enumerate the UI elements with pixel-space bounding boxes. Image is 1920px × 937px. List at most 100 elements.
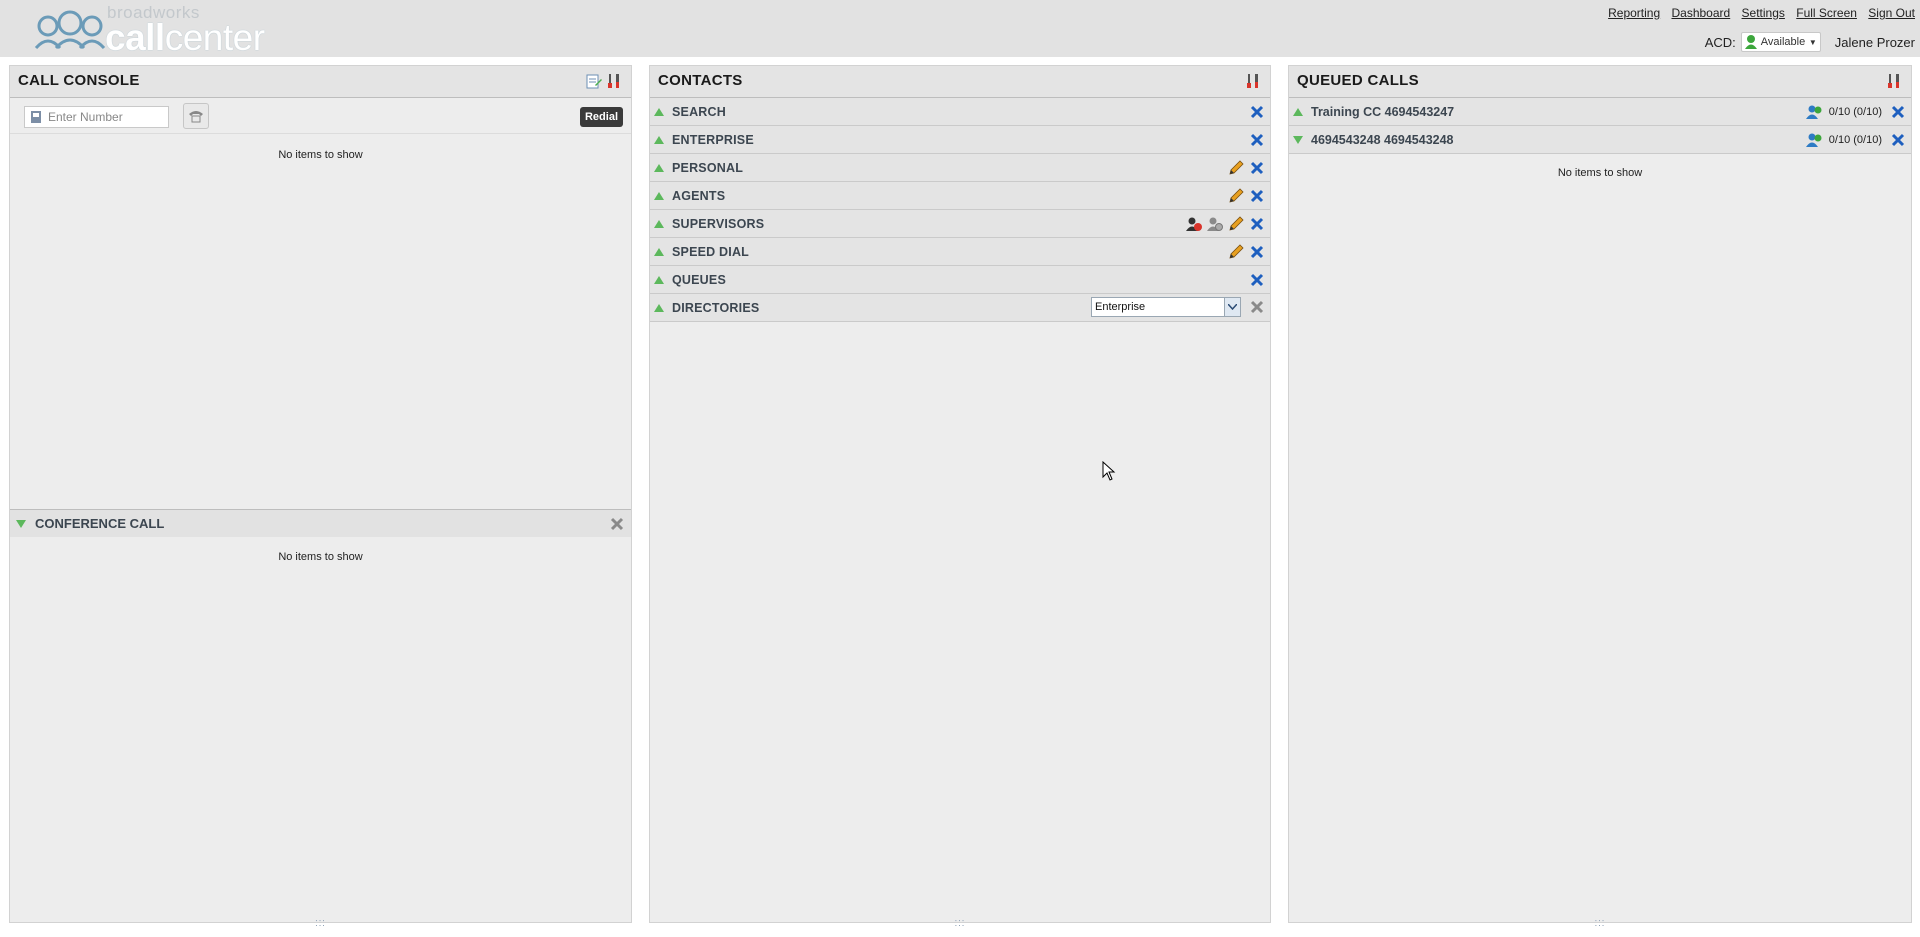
resize-grip[interactable]: ⁚⁚⁚ [955,919,966,928]
logo-callcenter-text: callcenter [105,17,265,58]
chevron-down-icon: ▼ [1808,37,1817,47]
user-name: Jalene Prozer [1834,34,1915,50]
empty-message: No items to show [1557,167,1643,179]
close-icon[interactable] [1248,131,1266,149]
expand-arrow-icon [654,275,664,284]
queue-row[interactable]: Training CC 4694543247 0/10 (0/10) [1289,98,1911,126]
contacts-section-queues[interactable]: QUEUES [650,266,1270,294]
settings-link[interactable]: Settings [1742,6,1785,20]
queue-name: 4694543248 4694543248 [1311,132,1454,147]
phone-dial-icon [189,111,203,123]
mouse-cursor-icon [1102,461,1116,481]
agents-logo-icon [34,10,106,50]
contacts-section-agents[interactable]: AGENTS [650,182,1270,210]
contacts-panel: CONTACTS SEARCH ENTERPRISE PERSONAL AGEN… [649,65,1271,928]
section-label: DIRECTORIES [672,300,760,315]
acd-status-value: Available [1760,36,1806,48]
queue-join-icon[interactable] [1805,103,1823,121]
enter-number-placeholder: Enter Number [48,110,123,124]
broadworks-callcenter-logo: broadworks callcenter [34,2,265,58]
contacts-section-directories[interactable]: DIRECTORIES Enterprise [650,294,1270,322]
edit-pencil-icon[interactable] [1227,215,1245,233]
panel-title: CONTACTS [658,72,743,89]
expand-arrow-icon [654,303,664,312]
dashboard-link[interactable]: Dashboard [1671,6,1730,20]
section-label: AGENTS [672,188,726,203]
expand-arrow-icon [654,247,664,256]
section-label: PERSONAL [672,160,744,175]
close-icon[interactable] [608,515,626,533]
close-icon[interactable] [1248,159,1266,177]
acd-label: ACD: [1704,34,1736,50]
section-label: QUEUES [672,272,726,287]
queued-calls-header: QUEUED CALLS [1289,66,1911,98]
dial-row: Enter Number Redial [10,98,631,134]
close-icon[interactable] [1248,271,1266,289]
close-icon[interactable] [1248,215,1266,233]
agent-available-icon [1744,35,1757,49]
empty-message: No items to show [278,149,363,161]
supervisor-settings-icon[interactable] [1206,215,1224,233]
reporting-link[interactable]: Reporting [1608,6,1660,20]
queued-calls-panel: QUEUED CALLS Training CC 4694543247 0/10… [1288,65,1912,928]
call-console-panel: CALL CONSOLE Enter Number Redial No item… [9,65,632,928]
supervisor-alert-icon[interactable] [1185,215,1203,233]
queued-calls-list: No items to show [1289,154,1911,179]
expand-arrow-icon [654,219,664,228]
panel-title: QUEUED CALLS [1297,72,1419,89]
enter-number-field[interactable]: Enter Number [24,106,169,128]
close-icon[interactable] [1248,103,1266,121]
collapse-arrow-icon [16,519,26,528]
tools-options-icon[interactable] [1244,72,1262,90]
contacts-section-personal[interactable]: PERSONAL [650,154,1270,182]
directory-select[interactable]: Enterprise [1091,297,1241,317]
queue-count: 0/10 (0/10) [1828,106,1882,118]
expand-arrow-icon [654,191,664,200]
expand-arrow-icon [654,135,664,144]
address-book-icon[interactable] [29,110,43,124]
contacts-section-search[interactable]: SEARCH [650,98,1270,126]
close-icon[interactable] [1248,243,1266,261]
dial-button[interactable] [183,103,209,129]
queue-count: 0/10 (0/10) [1828,134,1882,146]
contacts-section-supervisors[interactable]: SUPERVISORS [650,210,1270,238]
resize-grip[interactable]: ⁚⁚⁚ [315,919,326,928]
section-label: SPEED DIAL [672,244,750,259]
panel-title: CALL CONSOLE [18,72,140,89]
acd-status-dropdown[interactable]: Available ▼ [1740,32,1821,52]
collapse-arrow-icon [1293,135,1303,144]
conference-call-title: CONFERENCE CALL [35,516,165,531]
close-icon[interactable] [1248,187,1266,205]
expand-arrow-icon [1293,107,1303,116]
edit-pencil-icon[interactable] [1227,243,1245,261]
call-console-header: CALL CONSOLE [10,66,631,98]
top-header: broadworks callcenter Reporting Dashboar… [0,0,1920,58]
section-label: SUPERVISORS [672,216,765,231]
close-icon[interactable] [1889,131,1907,149]
empty-message: No items to show [278,551,363,563]
conference-call-header[interactable]: CONFERENCE CALL [10,509,631,537]
conference-call-list: No items to show [10,537,631,563]
acd-status-row: ACD: Available ▼ Jalene Prozer [1705,32,1915,52]
edit-pencil-icon[interactable] [1227,187,1245,205]
notes-icon[interactable] [585,72,603,90]
directory-selected-value: Enterprise [1095,301,1146,313]
redial-button[interactable]: Redial [579,107,623,127]
active-calls-list: No items to show [10,134,631,509]
tools-options-icon[interactable] [1885,72,1903,90]
sign-out-link[interactable]: Sign Out [1868,6,1915,20]
contacts-section-enterprise[interactable]: ENTERPRISE [650,126,1270,154]
contacts-header: CONTACTS [650,66,1270,98]
expand-arrow-icon [654,107,664,116]
close-icon[interactable] [1889,103,1907,121]
contacts-section-speed-dial[interactable]: SPEED DIAL [650,238,1270,266]
chevron-down-icon[interactable] [1224,298,1240,316]
close-icon[interactable] [1248,298,1266,316]
section-label: SEARCH [672,104,726,119]
tools-options-icon[interactable] [605,72,623,90]
queue-join-icon[interactable] [1805,131,1823,149]
queue-row[interactable]: 4694543248 4694543248 0/10 (0/10) [1289,126,1911,154]
full-screen-link[interactable]: Full Screen [1796,6,1857,20]
edit-pencil-icon[interactable] [1227,159,1245,177]
resize-grip[interactable]: ⁚⁚⁚ [1595,919,1606,928]
